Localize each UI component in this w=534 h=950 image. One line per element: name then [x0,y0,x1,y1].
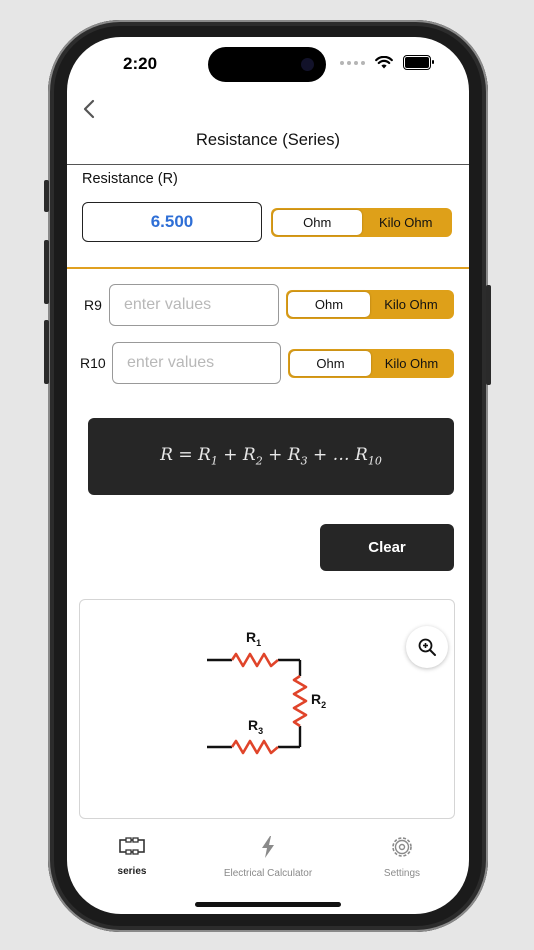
unit-option-ohm[interactable]: Ohm [290,351,371,376]
unit-option-kilo-ohm[interactable]: Kilo Ohm [362,210,451,235]
series-circuit-diagram: R1 R2 R3 [207,629,326,755]
app-screen: 2:20 Resistance (Series) Resistance (R) … [67,37,469,914]
formula-panel: R = R1 + R2 + R3 + … R10 [88,418,454,495]
status-time: 2:20 [123,54,158,73]
back-button[interactable] [75,95,105,125]
home-indicator [195,902,341,907]
circuit-diagram-card: R1 R2 R3 [79,599,455,819]
formula-text: R = R1 + R2 + R3 + … R10 [160,445,382,468]
formula-term: R2 [242,445,263,468]
result-unit-toggle[interactable]: Ohm Kilo Ohm [271,208,452,237]
tab-label-settings: Settings [383,868,421,879]
lightning-icon [262,836,274,858]
formula-term: R3 [287,445,308,468]
header-divider [67,164,469,165]
tab-electrical-calculator[interactable]: Electrical Calculator [203,835,333,879]
r2-label: R2 [311,691,326,710]
r10-input[interactable]: enter values [112,342,281,384]
tab-settings[interactable]: Settings [337,835,467,879]
r3-label: R3 [248,717,263,736]
formula-term: R1 [198,445,218,468]
volume-down-button [44,320,49,384]
r9-unit-toggle[interactable]: Ohm Kilo Ohm [286,290,454,319]
formula-term: … R10 [332,445,382,468]
unit-option-kilo-ohm[interactable]: Kilo Ohm [370,292,452,317]
page-title: Resistance (Series) [196,131,340,149]
tab-bar: series Electrical Calculator Settings [67,835,469,885]
power-button [486,285,491,385]
row-label-r10: R10 [80,355,106,371]
tab-series[interactable]: series [67,835,197,877]
status-icons [340,55,434,70]
r1-label: R1 [246,629,261,648]
result-label: Resistance (R) [82,171,178,187]
battery-icon [403,55,434,70]
wifi-icon [375,56,393,69]
clear-button[interactable]: Clear [320,524,454,571]
tab-label-electrical-calculator: Electrical Calculator [223,868,313,879]
unit-option-ohm[interactable]: Ohm [273,210,362,235]
volume-up-button [44,240,49,304]
zoom-button[interactable] [406,626,448,668]
tab-label-series: series [117,866,147,877]
result-divider [67,267,469,269]
r10-unit-toggle[interactable]: Ohm Kilo Ohm [288,349,454,378]
r9-input[interactable]: enter values [109,284,279,326]
unit-option-kilo-ohm[interactable]: Kilo Ohm [371,351,452,376]
dynamic-island [208,47,326,82]
series-circuit-icon [119,837,145,855]
mute-switch [44,180,49,212]
row-label-r9: R9 [84,297,102,313]
chevron-left-icon [83,99,95,119]
unit-option-ohm[interactable]: Ohm [288,292,370,317]
result-value-field[interactable]: 6.500 [82,202,262,242]
zoom-in-icon [418,638,436,656]
gear-icon [392,837,412,857]
signal-icon [340,60,365,65]
